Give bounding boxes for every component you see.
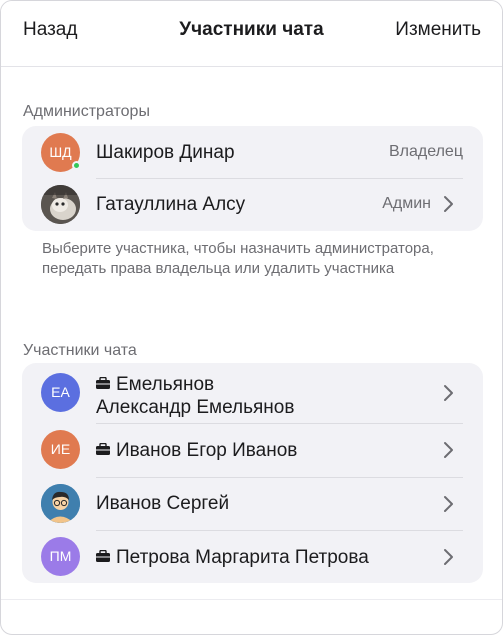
avatar: ПМ	[41, 537, 80, 576]
member-role: Админ	[382, 195, 431, 212]
member-name-line1: Емельянов	[116, 374, 215, 395]
avatar: ИЕ	[41, 430, 80, 469]
person-illustration-icon	[41, 484, 80, 523]
member-name: Емельянов Александр Емельянов	[96, 372, 294, 419]
member-name-line2: Александр Емельянов	[96, 397, 295, 418]
admins-hint: Выберите участника, чтобы назначить адми…	[42, 240, 434, 277]
members-section-label: Участники чата	[23, 342, 137, 359]
admin-row-admin[interactable]: Гатауллина Алсу Админ	[22, 178, 483, 231]
members-list: ЕА Емельянов Александр Емельянов ИЕ Иван…	[22, 363, 483, 583]
chevron-right-icon	[444, 442, 453, 458]
chevron-right-icon	[444, 385, 453, 401]
admins-list: ШД Шакиров Динар Владелец Гатауллина Алс…	[22, 126, 483, 231]
cat-photo-avatar	[41, 185, 80, 224]
avatar-initials: ШД	[49, 144, 72, 160]
avatar: ЕА	[41, 373, 80, 412]
edit-button[interactable]: Изменить	[395, 19, 481, 41]
member-name-text: Иванов Егор Иванов	[116, 440, 298, 461]
cat-photo-icon	[41, 185, 80, 224]
member-row[interactable]: ИЕ Иванов Егор Иванов	[22, 423, 483, 477]
member-row[interactable]: Иванов Сергей	[22, 477, 483, 530]
admins-section-label: Администраторы	[23, 103, 150, 120]
briefcase-icon	[96, 438, 110, 455]
avatar: ШД	[41, 133, 81, 172]
member-name: Гатауллина Алсу	[96, 194, 246, 215]
briefcase-icon	[96, 372, 110, 389]
avatar-initials: ЕА	[51, 384, 70, 400]
member-name: Шакиров Динар	[96, 142, 235, 163]
member-row[interactable]: ПМ Петрова Маргарита Петрова	[22, 530, 483, 583]
member-name-text: Петрова Маргарита Петрова	[116, 547, 369, 568]
nav-header: Назад Участники чата Изменить	[1, 1, 502, 67]
member-name: Петрова Маргарита Петрова	[96, 545, 369, 569]
member-role: Владелец	[388, 143, 463, 160]
chat-members-screen: Назад Участники чата Изменить Администра…	[0, 0, 503, 635]
briefcase-icon	[96, 545, 110, 562]
chevron-right-icon	[444, 196, 453, 212]
bottom-divider	[1, 599, 502, 600]
chevron-right-icon	[444, 496, 453, 512]
illustrated-avatar	[41, 484, 80, 523]
member-row[interactable]: ЕА Емельянов Александр Емельянов	[22, 363, 483, 423]
member-name: Иванов Сергей	[96, 493, 230, 514]
avatar-initials: ИЕ	[50, 441, 71, 457]
member-name: Иванов Егор Иванов	[96, 438, 297, 462]
admin-row-owner[interactable]: ШД Шакиров Динар Владелец	[22, 126, 483, 178]
avatar-initials: ПМ	[49, 548, 72, 564]
chevron-right-icon	[444, 549, 453, 565]
online-status-icon	[72, 161, 81, 170]
